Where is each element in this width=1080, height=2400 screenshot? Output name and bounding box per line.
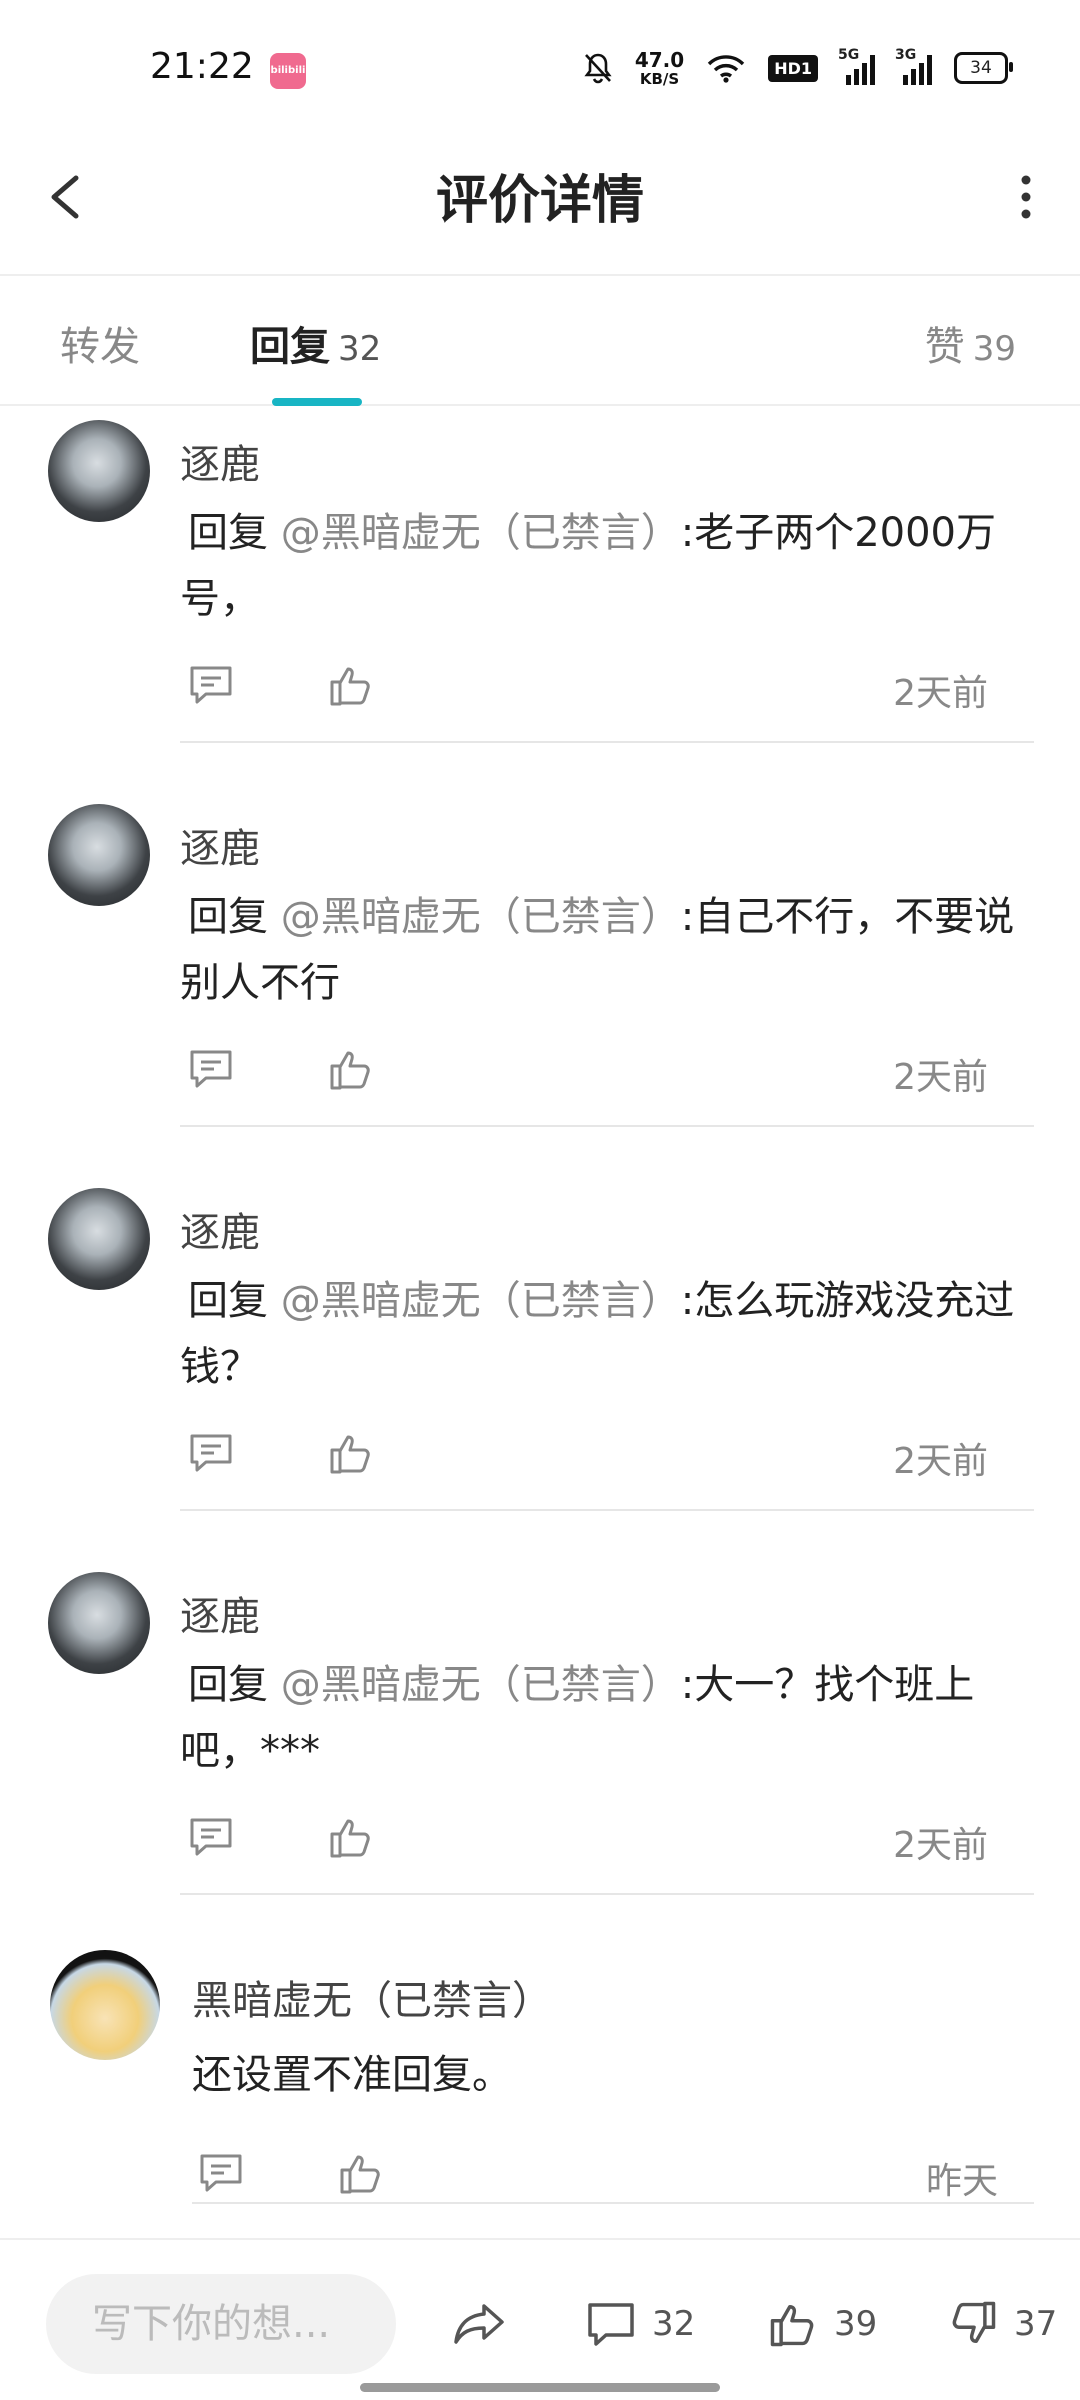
divider [180,1509,1034,1511]
header: 评价详情 [0,120,1080,276]
thumbs-up-icon [330,1819,370,1858]
thumbs-up-icon [330,1051,370,1090]
status-icons: 47.0 KB/S HD1 5G 3G 34 [583,47,1013,88]
comment-icon [190,1050,232,1088]
comment-author[interactable]: 黑暗虚无（已禁言） [192,1968,552,2026]
home-indicator[interactable] [360,2383,720,2392]
tab-reply[interactable]: 回复 32 [250,314,381,372]
divider [180,1125,1034,1127]
mention-link[interactable]: @黑暗虚无（已禁言） [281,1662,681,1708]
comment-time: 2天前 [893,1057,988,1098]
status-time: 21:22 [150,46,254,87]
comment-time: 2天前 [893,673,988,714]
comment-time: 2天前 [893,1825,988,1866]
reply-button[interactable] [196,2148,246,2198]
reply-button[interactable] [186,1812,236,1862]
comment-icon [190,1434,232,1472]
like-button[interactable] [336,2148,386,2198]
wifi-icon [707,55,745,83]
mention-link[interactable]: @黑暗虚无（已禁言） [281,1278,681,1324]
comment-input[interactable]: 写下你的想... [46,2274,396,2374]
dislike-button[interactable]: 37 [946,2294,1057,2354]
net-speed: 47.0 KB/S [634,47,685,88]
like-button[interactable] [326,1044,376,1094]
hd-badge: HD1 [768,54,818,82]
avatar[interactable] [48,1572,150,1674]
comment-text: 回复 @黑暗虚无（已禁言）:怎么玩游戏没充过钱？ [180,1278,1015,1390]
reply-button[interactable] [186,660,236,710]
screen: 21:22 bilibili 47.0 KB/S HD1 5G 3G 34 评价… [0,0,1080,2400]
comment-author[interactable]: 逐鹿 [180,1584,260,1642]
like-button[interactable] [326,660,376,710]
divider [180,1893,1034,1895]
tab-forward[interactable]: 转发 [60,314,140,372]
avatar[interactable] [48,1188,150,1290]
signal-5g-icon: 5G [838,47,875,85]
comment-text: 回复 @黑暗虚无（已禁言）:老子两个2000万号， [180,510,996,622]
comment-time: 2天前 [893,1441,988,1482]
page-title: 评价详情 [435,171,644,231]
comment-time: 昨天 [925,2161,998,2202]
avatar[interactable] [48,804,150,906]
more-options-button[interactable] [996,160,1056,234]
comment-text: 还设置不准回复。 [192,2052,512,2098]
avatar[interactable] [50,1950,160,2060]
active-tab-indicator [272,398,362,406]
bottom-action-bar: 写下你的想... 32 39 37 [0,2238,1080,2400]
bilibili-app-icon: bilibili [270,53,306,89]
thumbs-down-icon [952,2301,996,2344]
mention-link[interactable]: @黑暗虚无（已禁言） [281,510,681,556]
comment-author[interactable]: 逐鹿 [180,816,260,874]
comment-icon [200,2154,242,2192]
signal-3g-icon: 3G [895,47,932,85]
thumbs-up-icon [340,2155,380,2194]
comment-author[interactable]: 逐鹿 [180,1200,260,1258]
like-button[interactable] [326,1812,376,1862]
comment-text: 回复 @黑暗虚无（已禁言）:自己不行，不要说别人不行 [180,894,1015,1006]
comment-text: 回复 @黑暗虚无（已禁言）:大一？找个班上吧，*** [180,1662,975,1774]
battery-icon: 34 [954,52,1013,84]
comment-icon [190,1818,232,1856]
comment-icon [588,2303,634,2346]
reply-count: 32 [338,329,382,369]
avatar[interactable] [48,420,150,522]
more-vertical-icon [1021,175,1031,219]
like-button[interactable] [326,1428,376,1478]
thumbs-up-icon [330,667,370,706]
tab-like[interactable]: 赞 39 [925,314,1016,372]
like-count: 39 [972,329,1016,369]
bell-mute-icon [584,53,612,84]
like-count-button[interactable]: 39 [766,2294,877,2354]
divider [180,741,1034,743]
comment-count-button[interactable]: 32 [584,2294,695,2354]
thumbs-up-icon [770,2304,814,2347]
status-bar: 21:22 bilibili 47.0 KB/S HD1 5G 3G 34 [0,0,1080,120]
comment-author[interactable]: 逐鹿 [180,432,260,490]
reply-button[interactable] [186,1428,236,1478]
reply-button[interactable] [186,1044,236,1094]
tab-bar: 转发 回复 32 赞 39 [0,276,1080,406]
thumbs-up-icon [330,1435,370,1474]
mention-link[interactable]: @黑暗虚无（已禁言） [281,894,681,940]
comment-icon [190,666,232,704]
share-icon [454,2304,504,2344]
divider [192,2202,1034,2204]
share-button[interactable] [450,2294,508,2354]
